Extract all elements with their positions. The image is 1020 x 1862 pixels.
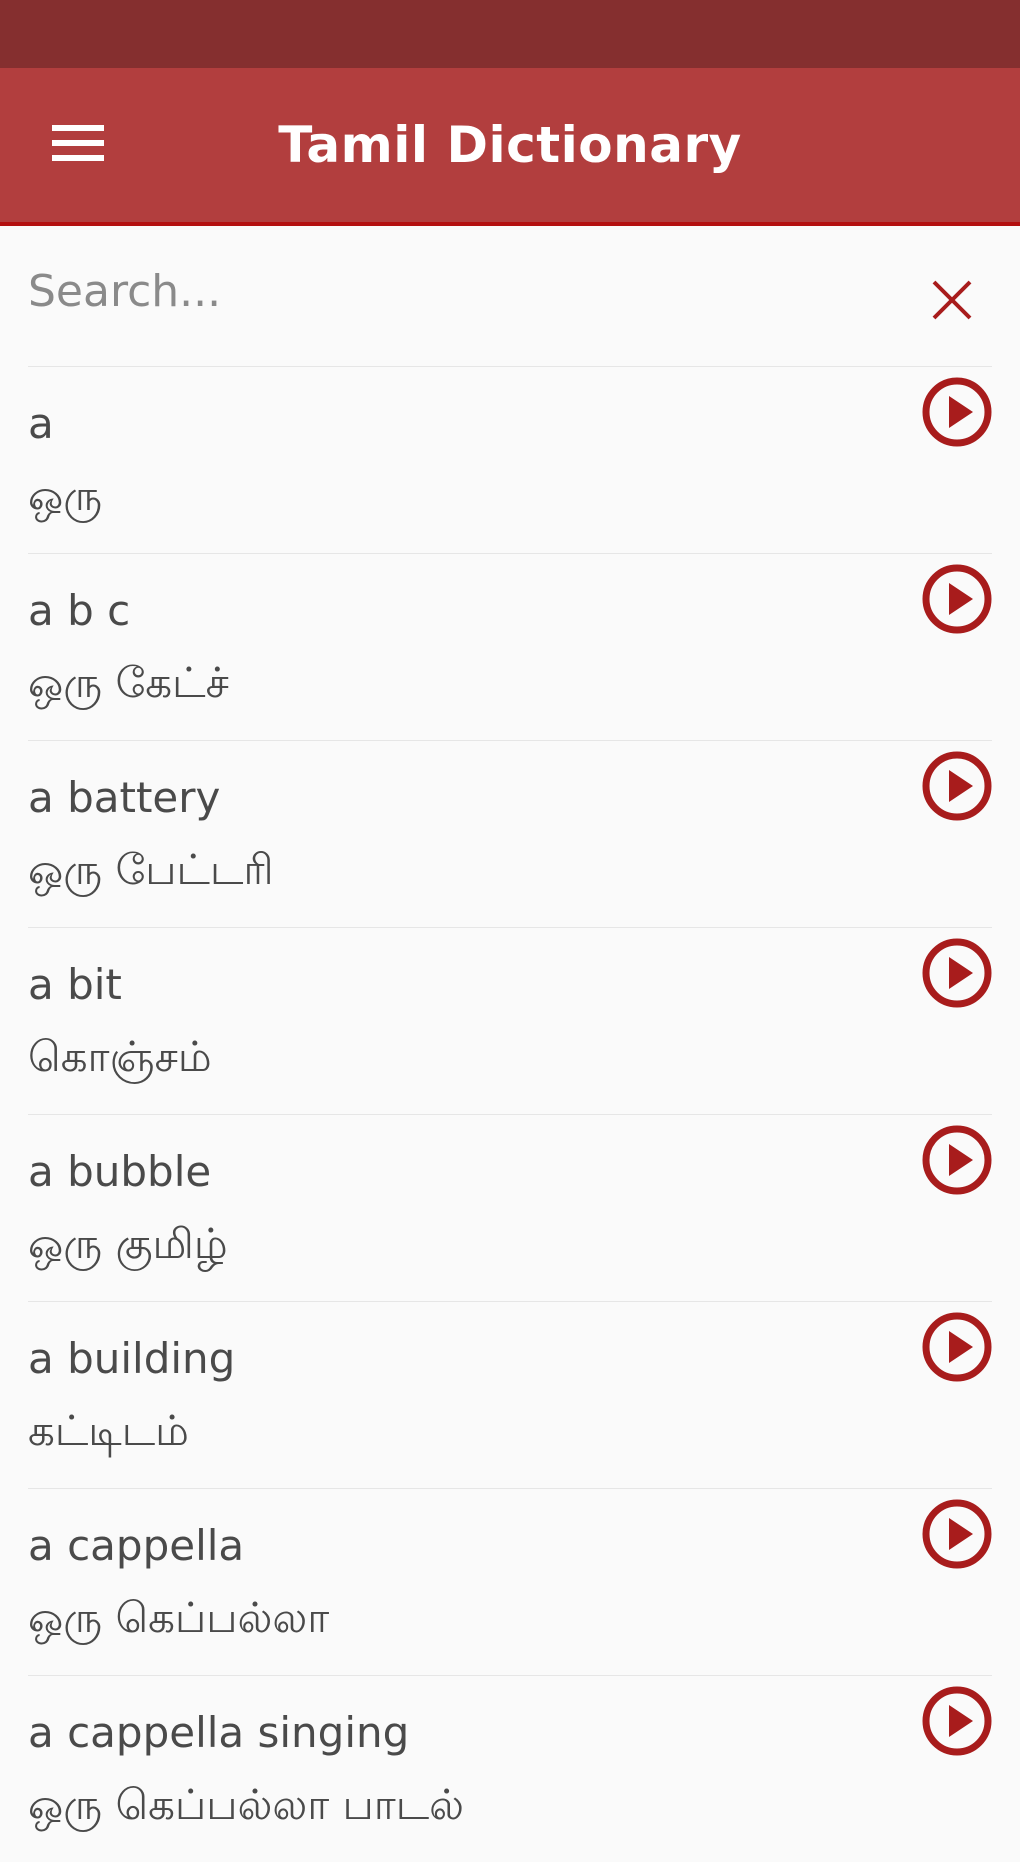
list-item[interactable]: a bubble ஒரு குமிழ் bbox=[28, 1114, 992, 1301]
play-icon bbox=[922, 938, 992, 1008]
english-word: a cappella singing bbox=[28, 1708, 410, 1757]
play-icon bbox=[922, 1312, 992, 1382]
list-item[interactable]: a cappella singing ஒரு கெப்பல்லா பாடல் bbox=[28, 1675, 992, 1862]
play-audio-button[interactable] bbox=[922, 751, 992, 821]
play-icon bbox=[922, 751, 992, 821]
app-title: Tamil Dictionary bbox=[278, 116, 742, 174]
play-audio-button[interactable] bbox=[922, 1499, 992, 1569]
list-item[interactable]: a bit கொஞ்சம் bbox=[28, 927, 992, 1114]
play-audio-button[interactable] bbox=[922, 1686, 992, 1756]
english-word: a cappella bbox=[28, 1521, 245, 1570]
tamil-translation: ஒரு கெப்பல்லா bbox=[28, 1593, 330, 1642]
tamil-translation: ஒரு கேட்ச் bbox=[28, 658, 229, 707]
list-item[interactable]: a battery ஒரு பேட்டரி bbox=[28, 740, 992, 927]
english-word: a bbox=[28, 399, 54, 448]
play-audio-button[interactable] bbox=[922, 1125, 992, 1195]
english-word: a battery bbox=[28, 773, 221, 822]
tamil-translation: கட்டிடம் bbox=[28, 1406, 189, 1455]
play-icon bbox=[922, 564, 992, 634]
tamil-translation: ஒரு பேட்டரி bbox=[28, 845, 274, 894]
english-word: a building bbox=[28, 1334, 236, 1383]
status-bar bbox=[0, 0, 1020, 68]
tamil-translation: ஒரு குமிழ் bbox=[28, 1219, 228, 1268]
list-item[interactable]: a b c ஒரு கேட்ச் bbox=[28, 553, 992, 740]
search-input[interactable] bbox=[28, 256, 888, 326]
english-word: a bubble bbox=[28, 1147, 212, 1196]
list-item[interactable]: a cappella ஒரு கெப்பல்லா bbox=[28, 1488, 992, 1675]
english-word: a b c bbox=[28, 586, 131, 635]
tamil-translation: ஒரு bbox=[28, 471, 103, 520]
play-audio-button[interactable] bbox=[922, 377, 992, 447]
list-item[interactable]: a building கட்டிடம் bbox=[28, 1301, 992, 1488]
play-audio-button[interactable] bbox=[922, 1312, 992, 1382]
english-word: a bit bbox=[28, 960, 122, 1009]
close-icon bbox=[932, 280, 972, 320]
word-list: a ஒரு a b c ஒரு கேட்ச் a battery ஒரு பேட… bbox=[0, 366, 1020, 1862]
play-icon bbox=[922, 1125, 992, 1195]
tamil-translation: கொஞ்சம் bbox=[28, 1032, 212, 1081]
play-icon bbox=[922, 1499, 992, 1569]
tamil-translation: ஒரு கெப்பல்லா பாடல் bbox=[28, 1780, 465, 1829]
play-audio-button[interactable] bbox=[922, 938, 992, 1008]
play-icon bbox=[922, 377, 992, 447]
search-bar bbox=[0, 226, 1020, 366]
play-audio-button[interactable] bbox=[922, 564, 992, 634]
clear-search-button[interactable] bbox=[920, 268, 984, 332]
play-icon bbox=[922, 1686, 992, 1756]
app-bar: Tamil Dictionary bbox=[0, 68, 1020, 226]
list-item[interactable]: a ஒரு bbox=[28, 366, 992, 553]
